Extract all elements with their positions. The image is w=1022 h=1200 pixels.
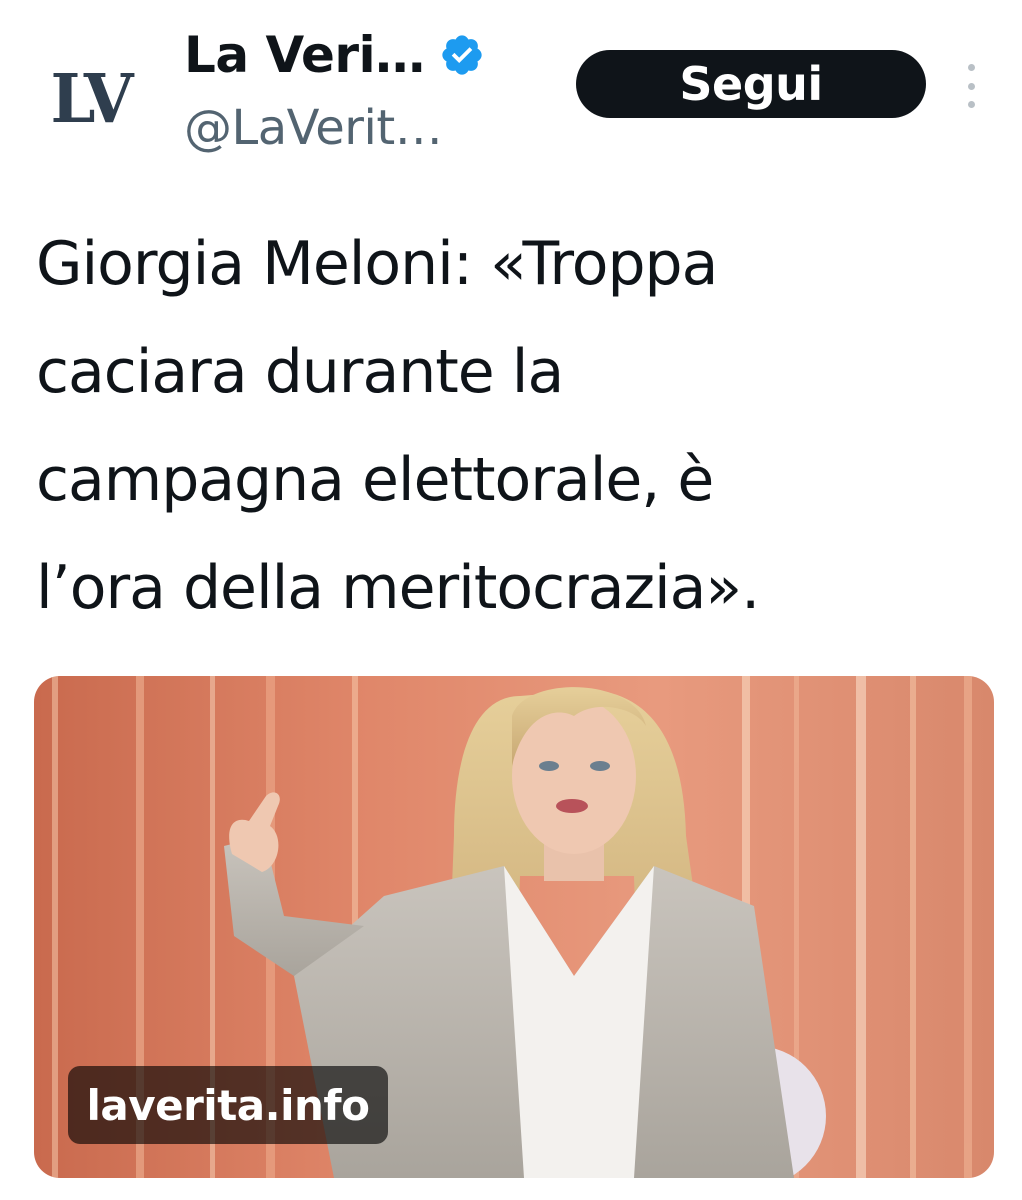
display-name[interactable]: La Veri… [184,26,425,84]
tweet: LV La Veri… @LaVerit… Segui Giorgia Melo… [0,0,1022,1200]
link-domain-badge[interactable]: laverita.info [68,1066,388,1144]
handle[interactable]: @LaVerit… [184,100,443,156]
more-dot [967,82,975,90]
author-name-row[interactable]: La Veri… [184,20,485,90]
tweet-text: Giorgia Meloni: «Troppa caciara durante … [36,229,760,623]
more-dot [967,64,975,71]
verified-badge-icon [442,35,482,75]
more-dot [967,101,975,108]
avatar[interactable]: LV [28,44,152,154]
follow-button[interactable]: Segui [576,50,926,118]
more-vertical-icon[interactable] [956,64,986,108]
avatar-logo-text: LV [50,59,133,139]
